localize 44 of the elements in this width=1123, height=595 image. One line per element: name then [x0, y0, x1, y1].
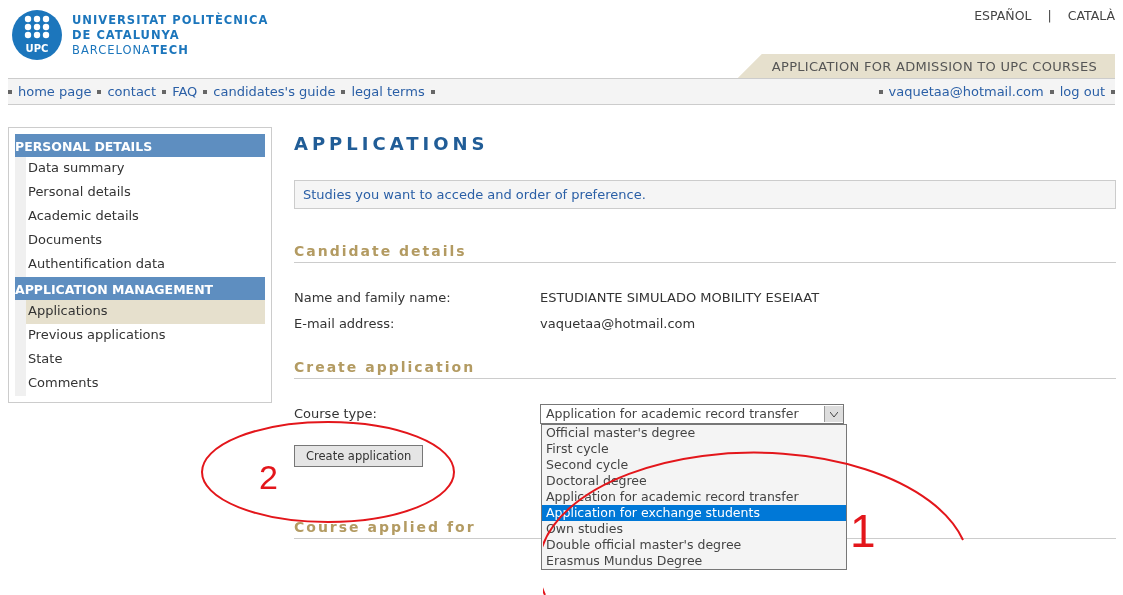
sidebar-item[interactable]: Documents [26, 229, 265, 253]
separator: | [1047, 8, 1052, 23]
sidebar-item[interactable]: State [26, 348, 265, 372]
sidebar-item[interactable]: Authentification data [26, 253, 265, 277]
info-box: Studies you want to accede and order of preference. [294, 180, 1116, 209]
nav-link[interactable]: log out [1059, 84, 1105, 99]
nav-link[interactable]: FAQ [172, 84, 198, 99]
field-label: E-mail address: [294, 316, 395, 331]
sidebar-heading: APPLICATION MANAGEMENT [15, 277, 265, 300]
language-link[interactable]: ESPAÑOL [974, 8, 1032, 23]
university-name: UNIVERSITAT POLITÈCNICA DE CATALUNYA [72, 12, 269, 43]
sidebar-item[interactable]: Data summary [26, 157, 265, 181]
annotation-number: 2 [259, 460, 278, 494]
university-logo-icon: UPC [12, 10, 62, 60]
field-label: Course type: [294, 406, 377, 421]
page-banner: APPLICATION FOR ADMISSION TO UPC COURSES [737, 54, 1115, 78]
section-heading: Create application [294, 359, 1116, 379]
field-value: vaquetaa@hotmail.com [540, 315, 696, 333]
section-heading: Candidate details [294, 243, 1116, 263]
dropdown-option[interactable]: Second cycle [542, 457, 846, 473]
sidebar-heading: PERSONAL DETAILS [15, 134, 265, 157]
field-label: Name and family name: [294, 290, 451, 305]
create-application-button[interactable]: Create application [294, 445, 424, 467]
chevron-icon [830, 411, 838, 417]
page-title: APPLICATIONS [294, 133, 490, 154]
nav-link[interactable]: legal terms [351, 84, 425, 99]
annotation-number: 1 [850, 508, 876, 554]
field-value: ESTUDIANTE SIMULADO MOBILITY ESEIAAT [540, 289, 820, 307]
dropdown-option[interactable]: Double official master's degree [542, 537, 846, 553]
dropdown-option[interactable]: Erasmus Mundus Degree [542, 553, 846, 569]
university-subtitle: BARCELONATECH [72, 42, 190, 58]
course-type-select[interactable]: Application for academic record transfer [540, 404, 844, 424]
nav-link[interactable]: contact [107, 84, 157, 99]
language-link[interactable]: CATALÀ [1067, 8, 1115, 23]
sidebar-item[interactable]: Academic details [26, 205, 265, 229]
sidebar-item[interactable]: Comments [26, 372, 265, 396]
nav-link[interactable]: candidates's guide [213, 84, 336, 99]
sidebar-item[interactable]: Applications [26, 300, 265, 324]
nav-link[interactable]: vaquetaa@hotmail.com [888, 84, 1044, 99]
dropdown-option[interactable]: First cycle [542, 441, 846, 457]
nav-link[interactable]: home page [18, 84, 92, 99]
sidebar-item[interactable]: Previous applications [26, 324, 265, 348]
sidebar-item[interactable]: Personal details [26, 181, 265, 205]
dropdown-option[interactable]: Official master's degree [542, 425, 846, 441]
